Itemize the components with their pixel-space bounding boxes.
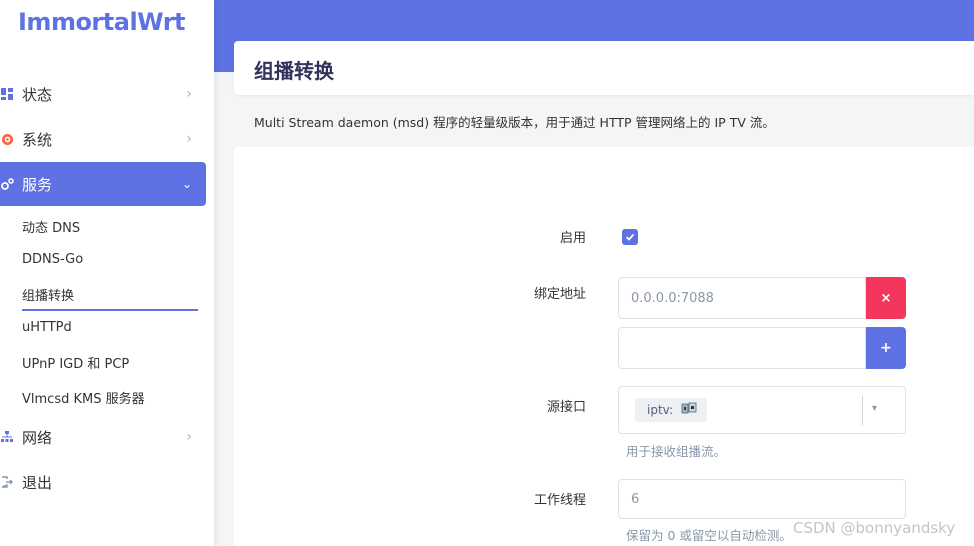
sidebar-subitem-upnp[interactable]: UPnP IGD 和 PCP: [22, 348, 198, 376]
logout-icon: [0, 475, 14, 489]
page-description: Multi Stream daemon (msd) 程序的轻量级版本，用于通过 …: [254, 115, 775, 130]
page-title: 组播转换: [254, 59, 334, 83]
sidebar-item-logout[interactable]: 退出: [0, 460, 206, 504]
sidebar-subitem-label: Vlmcsd KMS 服务器: [22, 391, 145, 407]
sidebar-item-services[interactable]: 服务 ⌄: [0, 162, 206, 206]
source-interface-help: 用于接收组播流。: [626, 444, 727, 459]
title-card: 组播转换: [234, 41, 974, 95]
sidebar-item-system[interactable]: 系统 ›: [0, 117, 206, 161]
remove-bind-address-button[interactable]: ×: [866, 277, 906, 319]
sidebar-subitem-msd[interactable]: 组播转换: [22, 280, 198, 311]
services-icon: [0, 177, 14, 191]
worker-threads-input[interactable]: 6: [618, 479, 906, 519]
sidebar-subitem-uhttpd[interactable]: uHTTPd: [22, 313, 198, 341]
worker-threads-value: 6: [631, 491, 640, 507]
sidebar-subitem-vlmcsd[interactable]: Vlmcsd KMS 服务器: [22, 383, 198, 411]
close-icon: ×: [880, 290, 892, 306]
sidebar-subitem-label: 组播转换: [22, 289, 75, 304]
chevron-down-icon[interactable]: ▾: [872, 403, 877, 414]
sidebar-subitem-label: uHTTPd: [22, 319, 72, 335]
selected-interface-tag[interactable]: iptv:: [635, 398, 708, 422]
worker-threads-label: 工作线程: [533, 493, 586, 508]
sidebar-subitem-ddns-go[interactable]: DDNS-Go: [22, 245, 198, 273]
sidebar-subitem-ddns[interactable]: 动态 DNS: [22, 212, 198, 240]
interface-tag-label: iptv:: [647, 403, 674, 417]
add-bind-address-button[interactable]: +: [866, 327, 906, 369]
new-bind-address-input[interactable]: [618, 327, 866, 369]
chevron-right-icon: ›: [186, 429, 192, 445]
bind-address-input[interactable]: 0.0.0.0:7088: [618, 277, 866, 319]
enable-checkbox[interactable]: [622, 229, 638, 245]
sidebar-item-status[interactable]: 状态 ›: [0, 72, 206, 116]
sidebar-item-label: 服务: [22, 175, 53, 194]
sidebar-subitem-label: DDNS-Go: [22, 251, 84, 267]
sidebar-item-network[interactable]: 网络 ›: [0, 415, 206, 459]
plus-icon: +: [880, 340, 892, 356]
bind-address-label: 绑定地址: [533, 287, 586, 302]
check-icon: [625, 233, 635, 241]
logo: ImmortalWrt: [18, 8, 186, 36]
sidebar-item-label: 状态: [22, 85, 53, 104]
sidebar: ImmortalWrt 状态 › 系统 › 服务 ⌄ 动态 DNS DDNS-G…: [0, 0, 214, 546]
source-interface-select[interactable]: iptv: ▾: [618, 386, 906, 434]
sidebar-item-label: 系统: [22, 130, 53, 149]
source-interface-label: 源接口: [546, 400, 586, 415]
enable-label: 启用: [559, 231, 586, 246]
bind-address-value: 0.0.0.0:7088: [631, 290, 714, 306]
gear-icon: [0, 132, 14, 146]
network-port-icon: [681, 402, 697, 419]
network-icon: [0, 430, 14, 444]
sidebar-subitem-label: 动态 DNS: [22, 220, 81, 236]
chevron-right-icon: ›: [186, 131, 192, 147]
dashboard-icon: [0, 87, 14, 101]
sidebar-item-label: 退出: [22, 473, 53, 492]
chevron-down-icon: ⌄: [181, 177, 192, 191]
sidebar-item-label: 网络: [22, 428, 53, 447]
watermark: CSDN @bonnyandsky: [793, 519, 956, 537]
worker-threads-help: 保留为 0 或留空以自动检测。: [626, 528, 792, 543]
select-separator: [862, 396, 863, 425]
sidebar-subitem-label: UPnP IGD 和 PCP: [22, 356, 130, 372]
chevron-right-icon: ›: [186, 86, 192, 102]
